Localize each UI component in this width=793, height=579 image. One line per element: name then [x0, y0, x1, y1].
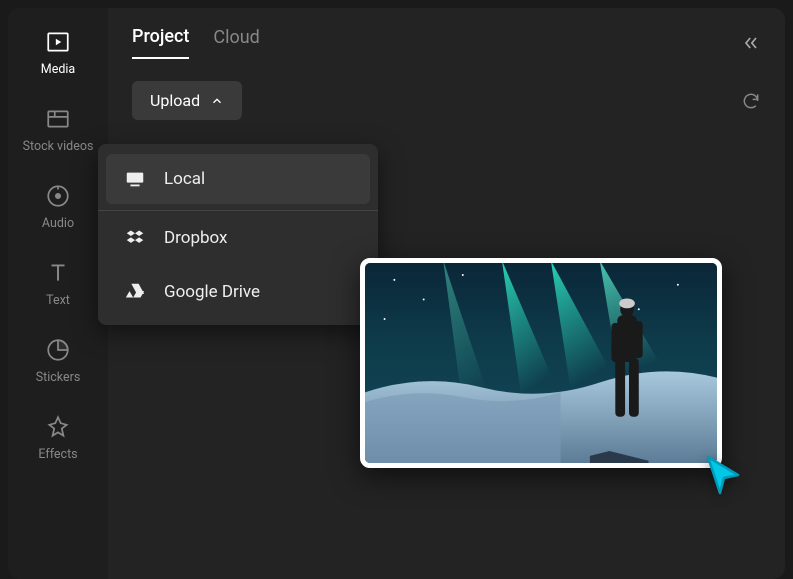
chevron-up-icon	[210, 94, 224, 108]
sidebar-item-text[interactable]: Text	[8, 255, 108, 312]
audio-icon	[44, 182, 72, 210]
dropdown-item-label: Google Drive	[164, 282, 260, 302]
tab-cloud[interactable]: Cloud	[213, 27, 259, 58]
upload-button-label: Upload	[150, 91, 200, 110]
media-icon	[44, 28, 72, 56]
sidebar-item-label: Media	[41, 62, 75, 77]
sidebar-item-label: Text	[46, 293, 70, 308]
dropdown-item-google-drive[interactable]: Google Drive	[98, 265, 378, 319]
aurora-image	[365, 263, 717, 463]
cursor-pointer-icon	[700, 451, 748, 499]
tab-project[interactable]: Project	[132, 26, 189, 59]
sidebar-item-media[interactable]: Media	[8, 24, 108, 81]
effects-icon	[44, 413, 72, 441]
upload-row: Upload	[132, 81, 761, 120]
tabs: Project Cloud	[132, 26, 761, 59]
dropdown-item-label: Dropbox	[164, 228, 228, 248]
text-icon	[44, 259, 72, 287]
upload-button[interactable]: Upload	[132, 81, 242, 120]
sidebar: Media Stock videos Audio Text Stickers	[8, 8, 108, 579]
refresh-button[interactable]	[741, 91, 761, 111]
dropbox-icon	[124, 227, 146, 249]
collapse-panel-button[interactable]	[741, 33, 761, 53]
sidebar-item-label: Stock videos	[23, 139, 94, 154]
stock-videos-icon	[44, 105, 72, 133]
dropdown-item-local[interactable]: Local	[106, 154, 370, 204]
monitor-icon	[124, 168, 146, 190]
sidebar-item-label: Stickers	[36, 370, 81, 385]
dropdown-item-dropbox[interactable]: Dropbox	[98, 210, 378, 265]
sidebar-item-label: Effects	[38, 447, 77, 462]
dropdown-item-label: Local	[164, 169, 205, 189]
sidebar-item-label: Audio	[42, 216, 74, 231]
stickers-icon	[44, 336, 72, 364]
sidebar-item-stickers[interactable]: Stickers	[8, 332, 108, 389]
google-drive-icon	[124, 281, 146, 303]
sidebar-item-audio[interactable]: Audio	[8, 178, 108, 235]
media-thumbnail[interactable]	[360, 258, 722, 468]
upload-dropdown: Local Dropbox Google Drive	[98, 144, 378, 325]
sidebar-item-stock-videos[interactable]: Stock videos	[8, 101, 108, 158]
sidebar-item-effects[interactable]: Effects	[8, 409, 108, 466]
